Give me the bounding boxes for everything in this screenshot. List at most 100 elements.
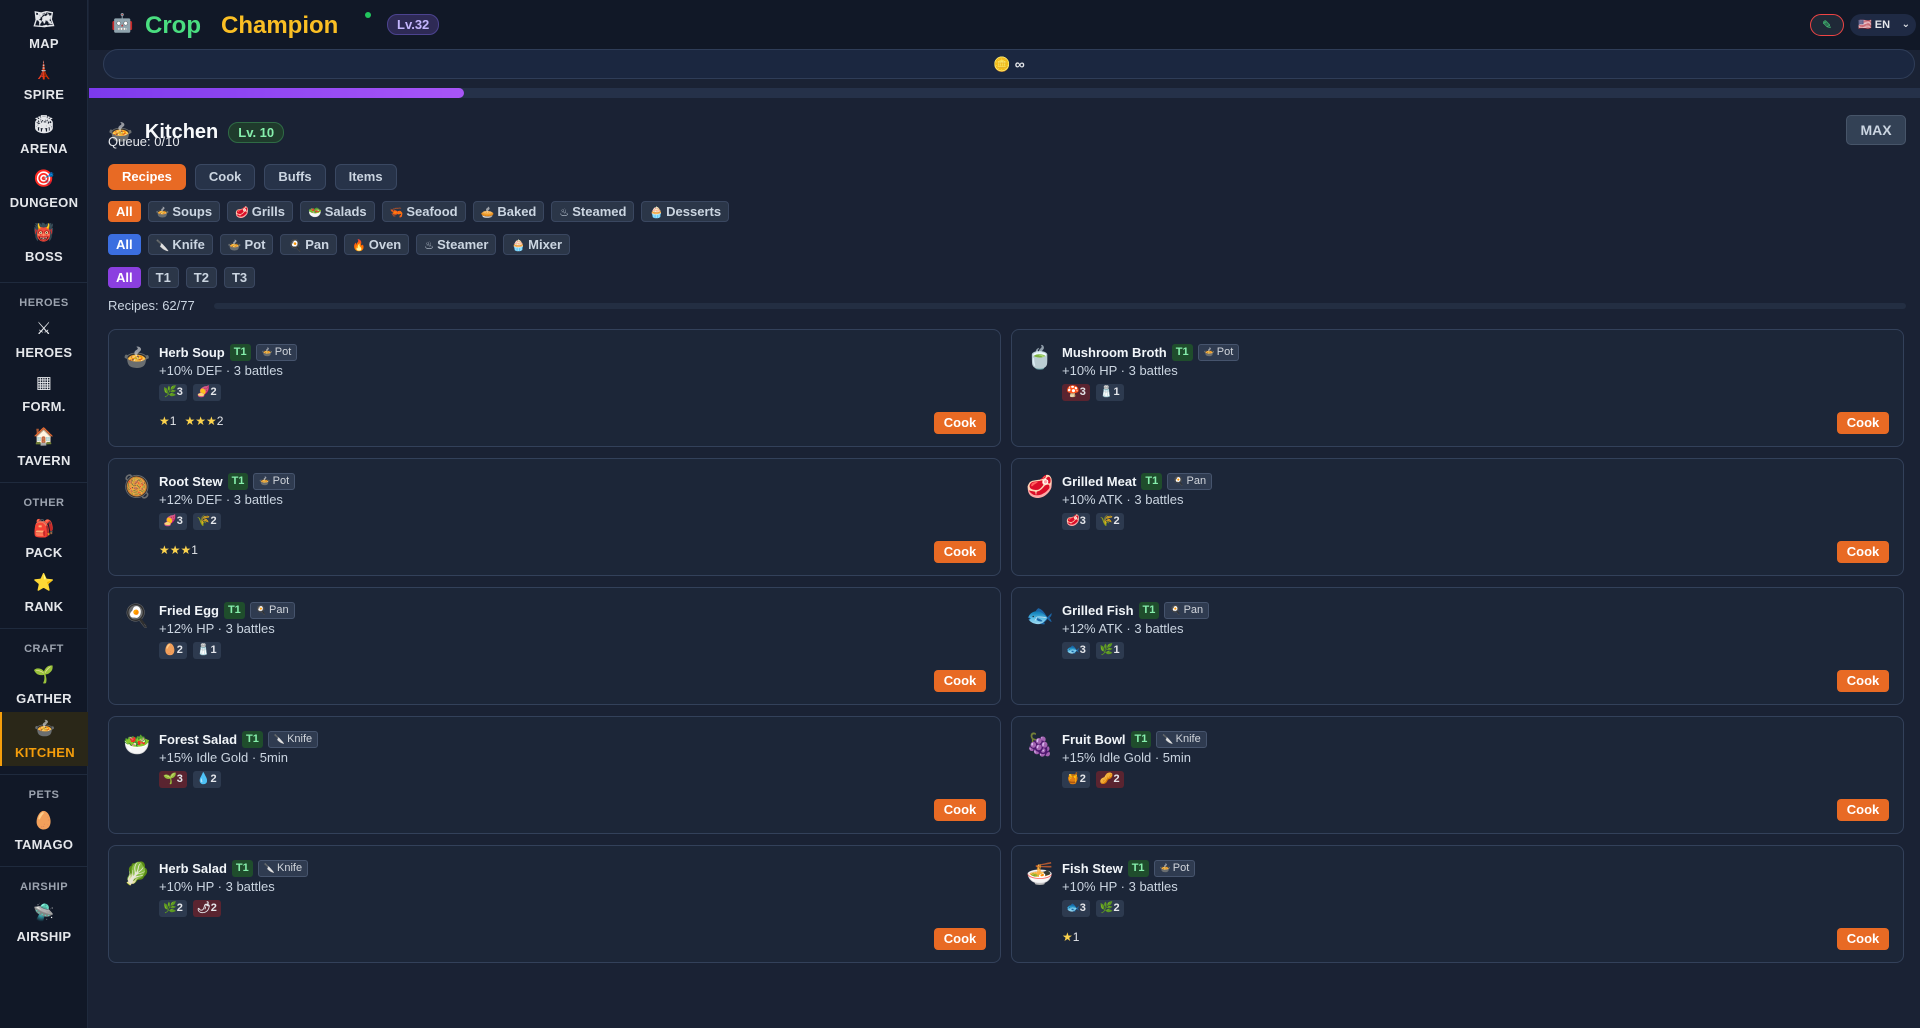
sidebar-item-map[interactable]: 🗺 MAP bbox=[0, 6, 88, 54]
ingredient-icon: 🌿 bbox=[1099, 644, 1114, 656]
star-rating: ★★★2 bbox=[184, 414, 223, 428]
sidebar-item-airship[interactable]: 🛸 AIRSHIP bbox=[0, 896, 88, 950]
tool-chip-label: Pan bbox=[305, 237, 330, 252]
tool-chip-label: Knife bbox=[172, 237, 205, 252]
ingredient-badge: 🌾2 bbox=[1095, 513, 1124, 530]
sidebar-item-spire[interactable]: 🗼 SPIRE bbox=[0, 54, 88, 108]
star-count: 2 bbox=[216, 414, 224, 428]
cook-button[interactable]: Cook bbox=[934, 928, 986, 950]
cook-button[interactable]: Cook bbox=[934, 412, 986, 434]
tool-chip-pan[interactable]: 🍳 Pan bbox=[280, 234, 338, 255]
tool-chip-all[interactable]: All bbox=[108, 234, 141, 255]
tool-label: Pot bbox=[274, 346, 292, 358]
sidebar-item-pack[interactable]: 🎒 PACK bbox=[0, 512, 88, 566]
ingredient-qty: 2 bbox=[176, 644, 183, 656]
cook-button[interactable]: Cook bbox=[1837, 412, 1889, 434]
ingredient-badge: 🌶2 bbox=[192, 900, 221, 917]
tool-badge: 🔪 Knife bbox=[267, 731, 319, 748]
currency-bar: 🪙 ∞ bbox=[103, 49, 1915, 79]
max-button[interactable]: MAX bbox=[1846, 115, 1906, 145]
tool-chip-steamer[interactable]: ♨ Steamer bbox=[416, 234, 497, 255]
cook-button[interactable]: Cook bbox=[1837, 799, 1889, 821]
tool-chip-label: Steamer bbox=[437, 237, 489, 252]
recipe-header: Grilled Meat T1 🍳 Pan bbox=[1062, 473, 1213, 490]
ingredient-qty: 3 bbox=[176, 773, 183, 785]
category-chip-soups[interactable]: 🍲 Soups bbox=[147, 201, 221, 222]
ingredient-badge: 🍯2 bbox=[1062, 771, 1090, 788]
sidebar: 🗺 MAP 🗼 SPIRE 🏟 ARENA 🎯 DUNGEON 👹 BOSS HEROES… bbox=[0, 0, 88, 1028]
recipe-card: 🍲 Herb Soup T1 🍲 Pot +10% DEF · 3 battles 🌿3 🍠2… bbox=[108, 329, 1001, 447]
ingredient-list: 🍠3 🌾2 bbox=[159, 513, 221, 530]
category-chip-steamed[interactable]: ♨ Steamed bbox=[551, 201, 635, 222]
sidebar-item-tavern[interactable]: 🏠 TAVERN bbox=[0, 420, 88, 474]
ingredient-icon: 🧂 bbox=[1099, 386, 1114, 398]
ingredient-badge: 🥚2 bbox=[159, 642, 187, 659]
tool-chip-oven[interactable]: 🔥 Oven bbox=[344, 234, 410, 255]
ingredient-badge: 💧2 bbox=[192, 771, 221, 788]
cook-button[interactable]: Cook bbox=[934, 799, 986, 821]
category-chip-all[interactable]: All bbox=[108, 201, 141, 222]
cook-button[interactable]: Cook bbox=[1837, 928, 1889, 950]
sidebar-section-other: OTHER bbox=[0, 482, 88, 512]
tier-chip-label: T2 bbox=[193, 270, 209, 285]
sidebar-item-dungeon[interactable]: 🎯 DUNGEON bbox=[0, 162, 88, 216]
tool-badge: 🍲 Pot bbox=[1197, 344, 1240, 361]
knife-icon: 🔪 bbox=[1162, 734, 1174, 744]
category-chip-seafood[interactable]: 🦐 Seafood bbox=[381, 201, 466, 222]
tier-chip-all[interactable]: All bbox=[108, 267, 141, 288]
ingredient-qty: 2 bbox=[1079, 773, 1086, 785]
sidebar-item-heroes[interactable]: ⚔ HEROES bbox=[0, 312, 88, 366]
spire-icon: 🗼 bbox=[33, 60, 55, 80]
tier-chip-t2[interactable]: T2 bbox=[185, 267, 217, 288]
grilled-meat-icon: 🥩 bbox=[1026, 474, 1054, 499]
category-chip-label: Steamed bbox=[572, 204, 627, 219]
tier-chip-t1[interactable]: T1 bbox=[147, 267, 179, 288]
sidebar-item-tamago[interactable]: 🥚 TAMAGO bbox=[0, 804, 88, 858]
tab-recipes[interactable]: Recipes bbox=[108, 164, 186, 190]
tier-badge: T1 bbox=[1171, 344, 1193, 361]
player-level-badge: Lv.32 bbox=[387, 14, 440, 35]
star-icon: ★ bbox=[1062, 930, 1073, 944]
tool-chip-mixer[interactable]: 🧁 Mixer bbox=[503, 234, 571, 255]
tool-label: Knife bbox=[287, 733, 313, 745]
tab-items[interactable]: Items bbox=[334, 164, 397, 190]
category-chip-grills[interactable]: 🥩 Grills bbox=[227, 201, 294, 222]
category-chip-salads[interactable]: 🥗 Salads bbox=[300, 201, 375, 222]
ingredient-list: 🥩3 🌾2 bbox=[1062, 513, 1124, 530]
category-chip-desserts[interactable]: 🧁 Desserts bbox=[641, 201, 730, 222]
tool-chip-pot[interactable]: 🍲 Pot bbox=[219, 234, 274, 255]
sidebar-item-kitchen[interactable]: 🍲 KITCHEN bbox=[0, 712, 88, 766]
tab-buffs[interactable]: Buffs bbox=[264, 164, 326, 190]
sidebar-item-arena[interactable]: 🏟 ARENA bbox=[0, 108, 88, 162]
star-ratings: ★1 bbox=[1062, 930, 1079, 944]
ingredient-qty: 1 bbox=[1113, 644, 1120, 656]
sidebar-item-formation[interactable]: ▦ FORM. bbox=[0, 366, 88, 420]
tool-badge: 🍲 Pot bbox=[253, 473, 296, 490]
sidebar-item-gather[interactable]: 🌱 GATHER bbox=[0, 658, 88, 712]
cook-button[interactable]: Cook bbox=[934, 541, 986, 563]
category-chip-baked[interactable]: 🥧 Baked bbox=[472, 201, 545, 222]
ingredient-icon: 🌿 bbox=[163, 386, 177, 398]
cook-button[interactable]: Cook bbox=[1837, 670, 1889, 692]
tab-cook[interactable]: Cook bbox=[194, 164, 256, 190]
cook-button[interactable]: Cook bbox=[934, 670, 986, 692]
category-chip-label: Soups bbox=[172, 204, 213, 219]
sidebar-item-rank[interactable]: ⭐ RANK bbox=[0, 566, 88, 620]
ingredient-icon: 🌿 bbox=[1099, 902, 1114, 914]
cook-button[interactable]: Cook bbox=[1837, 541, 1889, 563]
ingredient-list: 🌿2 🌶2 bbox=[159, 900, 221, 917]
recipe-header: Fish Stew T1 🍲 Pot bbox=[1062, 860, 1196, 877]
language-select[interactable]: 🇺🇸 EN ⌄ bbox=[1850, 14, 1916, 36]
sidebar-item-boss[interactable]: 👹 BOSS bbox=[0, 216, 88, 270]
ingredient-badge: 🌿3 bbox=[159, 384, 187, 401]
ingredient-list: 🐟3 🌿2 bbox=[1062, 900, 1124, 917]
salads-icon: 🥗 bbox=[308, 207, 322, 219]
sidebar-item-label: TAVERN bbox=[17, 452, 71, 468]
edit-button[interactable]: ✎ bbox=[1810, 14, 1844, 36]
desserts-icon: 🧁 bbox=[649, 207, 664, 219]
herb-soup-icon: 🍲 bbox=[123, 345, 151, 370]
pencil-icon: ✎ bbox=[1821, 18, 1833, 32]
ingredient-qty: 3 bbox=[176, 386, 183, 398]
tool-chip-knife[interactable]: 🔪 Knife bbox=[147, 234, 213, 255]
tier-chip-t3[interactable]: T3 bbox=[223, 267, 256, 288]
